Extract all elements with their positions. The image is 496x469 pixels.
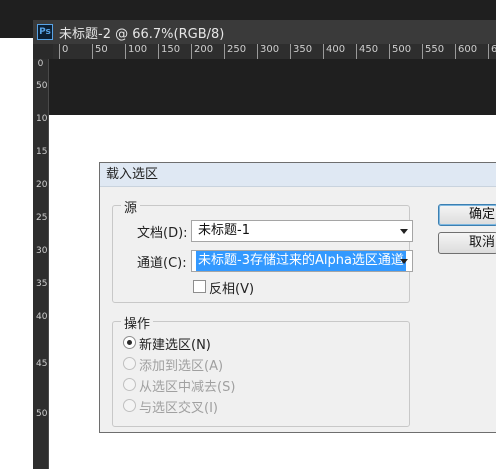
document-dropdown[interactable]: 未标题-1 — [191, 220, 413, 242]
ruler-tick-label: 350 — [293, 44, 313, 55]
vertical-ruler[interactable]: 0 50 100 150 200 250 300 350 400 450 500 — [33, 59, 49, 469]
ruler-tick-label: 50 — [36, 81, 48, 91]
load-selection-dialog: 载入选区 源 文档(D): 未标题-1 通道(C): 未标题-3存储过来的Alp… — [99, 162, 496, 433]
ruler-tick-label: 600 — [458, 44, 478, 55]
photoshop-icon: Ps — [37, 24, 53, 40]
horizontal-ruler[interactable]: 0 50 100 150 200 250 300 350 400 450 500… — [53, 44, 496, 60]
dialog-title[interactable]: 载入选区 — [100, 163, 496, 187]
subtract-from-selection-label[interactable]: 从选区中减去(S) — [139, 376, 235, 395]
chevron-down-icon — [400, 259, 408, 264]
ruler-tick-label: 100 — [36, 114, 48, 124]
ruler-tick-label: 250 — [227, 44, 247, 55]
chevron-down-icon — [400, 229, 408, 234]
intersect-selection-radio[interactable] — [123, 399, 136, 412]
ruler-tick-label: 650 — [491, 44, 496, 55]
new-selection-label[interactable]: 新建选区(N) — [139, 334, 211, 353]
add-to-selection-label[interactable]: 添加到选区(A) — [139, 355, 223, 374]
ruler-tick-label: 550 — [425, 44, 445, 55]
document-label: 文档(D): — [137, 226, 188, 241]
cancel-button[interactable]: 取消 — [438, 232, 496, 254]
invert-label[interactable]: 反相(V) — [209, 278, 254, 297]
ruler-tick-label: 0 — [37, 59, 44, 69]
pasteboard — [49, 59, 496, 115]
operation-group-label: 操作 — [121, 313, 154, 332]
ruler-tick-label: 150 — [161, 44, 181, 55]
ruler-tick-label: 450 — [36, 359, 48, 369]
ruler-tick-label: 100 — [128, 44, 148, 55]
ruler-tick-label: 200 — [194, 44, 214, 55]
ruler-tick-label: 50 — [95, 44, 108, 55]
source-group-label: 源 — [121, 197, 141, 216]
ruler-tick-label: 300 — [260, 44, 280, 55]
add-to-selection-radio[interactable] — [123, 357, 136, 370]
channel-value: 未标题-3存储过来的Alpha选区通道 — [196, 251, 406, 271]
operation-group: 操作 新建选区(N) 添加到选区(A) 从选区中减去(S) 与选区交叉(I) — [112, 313, 410, 427]
ruler-tick-label: 300 — [36, 246, 48, 256]
channel-label: 通道(C): — [137, 256, 187, 271]
ruler-tick-label: 200 — [36, 180, 48, 190]
ruler-corner[interactable] — [33, 44, 53, 59]
document-value: 未标题-1 — [198, 223, 250, 238]
intersect-selection-label[interactable]: 与选区交叉(I) — [139, 397, 218, 416]
source-group: 源 文档(D): 未标题-1 通道(C): 未标题-3存储过来的Alpha选区通… — [112, 197, 413, 303]
ruler-tick-label: 400 — [326, 44, 346, 55]
ruler-tick-label: 350 — [36, 279, 48, 289]
ruler-tick-label: 250 — [36, 213, 48, 223]
subtract-from-selection-radio[interactable] — [123, 378, 136, 391]
ruler-tick-label: 500 — [392, 44, 412, 55]
ruler-tick-label: 450 — [359, 44, 379, 55]
ruler-tick-label: 0 — [62, 44, 69, 55]
invert-checkbox[interactable] — [193, 280, 206, 293]
ruler-tick-label: 500 — [36, 409, 48, 419]
channel-dropdown[interactable]: 未标题-3存储过来的Alpha选区通道 — [191, 250, 413, 272]
new-selection-radio[interactable] — [123, 336, 136, 349]
ok-button[interactable]: 确定 — [438, 204, 496, 226]
ruler-tick-label: 400 — [36, 312, 48, 322]
document-title-bar[interactable]: Ps 未标题-2 @ 66.7%(RGB/8) — [33, 20, 496, 44]
document-title: 未标题-2 @ 66.7%(RGB/8) — [59, 26, 225, 42]
ruler-tick-label: 150 — [36, 147, 48, 157]
